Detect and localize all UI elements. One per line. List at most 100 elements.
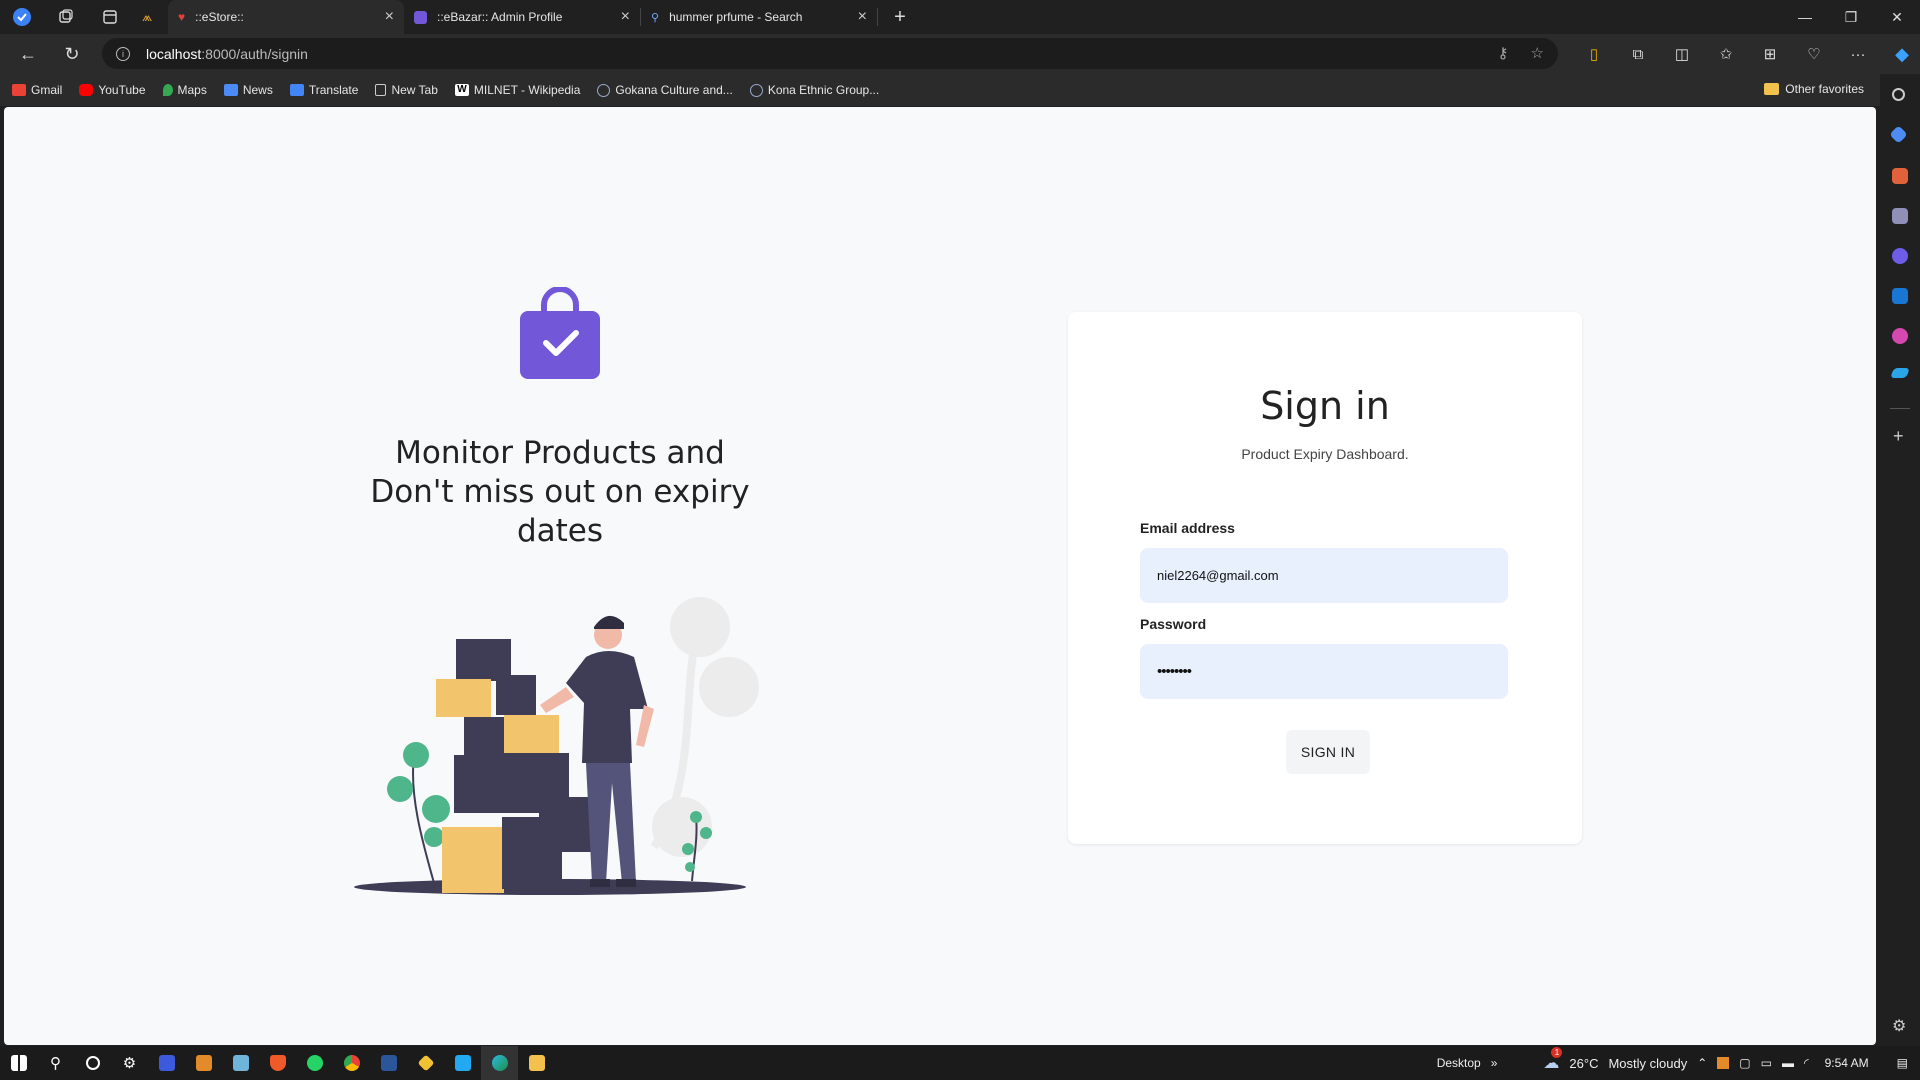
signin-button[interactable]: SIGN IN: [1286, 730, 1370, 774]
copilot-icon[interactable]: ◆: [1880, 44, 1920, 65]
tab-strip: ⩕ ♥ ::eStore:: × ::eBazar:: Admin Profil…: [0, 0, 1920, 34]
copilot-sidebar-icon[interactable]: [1892, 248, 1908, 264]
file-explorer-icon[interactable]: [518, 1055, 555, 1071]
edge-sidebar: + ⚙: [1880, 74, 1920, 1046]
browser-toolbar: ← ↻ i localhost:8000/auth/signin ⚷ ☆ ▯ ⧉…: [0, 34, 1920, 74]
folder-icon: [1764, 83, 1780, 95]
tab-ebazar-admin[interactable]: ::eBazar:: Admin Profile ×: [404, 0, 640, 34]
bookmark-news[interactable]: News: [223, 83, 273, 97]
browser-essentials-icon[interactable]: ♡: [1792, 45, 1836, 63]
weather-temp[interactable]: 26°C: [1569, 1056, 1598, 1071]
signin-title: Sign in: [1260, 384, 1390, 428]
settings-icon[interactable]: ⚙: [111, 1054, 148, 1072]
outlook-icon[interactable]: [1892, 288, 1908, 304]
bookmark-milnet[interactable]: W MILNET - Wikipedia: [454, 83, 580, 97]
games-icon[interactable]: [1892, 208, 1908, 224]
bookmark-youtube[interactable]: YouTube: [79, 83, 146, 97]
weather-icon[interactable]: ☁ 1: [1543, 1047, 1563, 1073]
bookmark-gokana[interactable]: Gokana Culture and...: [597, 83, 733, 97]
address-bar[interactable]: i localhost:8000/auth/signin ⚷ ☆: [102, 38, 1558, 69]
back-icon[interactable]: ←: [10, 36, 46, 72]
site-info-icon[interactable]: i: [116, 46, 130, 61]
projector-icon[interactable]: ▭: [1761, 1056, 1772, 1070]
whatsapp-icon[interactable]: [296, 1055, 333, 1071]
shopping-tag-icon[interactable]: [1889, 125, 1908, 144]
profile-icon[interactable]: [0, 0, 44, 34]
delivery-illustration: [354, 597, 759, 895]
task-app-icon[interactable]: [185, 1055, 222, 1071]
pinned-tab[interactable]: ⩕: [132, 0, 168, 34]
password-field[interactable]: ••••••••: [1140, 644, 1508, 699]
favorite-star-icon[interactable]: ☆: [1531, 44, 1544, 62]
notifications-icon[interactable]: ▤: [1897, 1056, 1908, 1070]
search-icon[interactable]: [1892, 88, 1905, 101]
git-icon[interactable]: [407, 1054, 444, 1072]
notepad-icon[interactable]: [222, 1055, 259, 1071]
tray-app-icon[interactable]: [1717, 1057, 1730, 1069]
sidebar-settings-icon[interactable]: ⚙: [1892, 1016, 1906, 1036]
new-tab-icon[interactable]: +: [878, 0, 922, 34]
windows-start-icon[interactable]: [0, 1055, 37, 1071]
extensions-icon[interactable]: ⧉: [1616, 46, 1660, 63]
desktop-toolbar[interactable]: Desktop: [1437, 1056, 1481, 1070]
password-label: Password: [1140, 616, 1207, 632]
hero-heading: Monitor Products and Don't miss out on e…: [370, 435, 750, 549]
system-tray: Desktop » ☁ 1 26°C Mostly cloudy ⌃ ▢ ▭ ▬ …: [1437, 1046, 1920, 1080]
more-menu-icon[interactable]: ···: [1836, 46, 1880, 63]
brave-icon[interactable]: [259, 1055, 296, 1071]
close-tab-icon[interactable]: ×: [621, 9, 630, 25]
bookmark-maps[interactable]: Maps: [162, 83, 207, 97]
minimize-icon[interactable]: —: [1782, 0, 1828, 34]
translate-icon: [289, 84, 304, 96]
chevron-up-icon[interactable]: ⌃: [1697, 1056, 1707, 1070]
bookmark-kona[interactable]: Kona Ethnic Group...: [749, 83, 879, 97]
hero-section: Monitor Products and Don't miss out on e…: [354, 286, 766, 551]
cortana-icon[interactable]: [74, 1056, 111, 1070]
signin-subtitle: Product Expiry Dashboard.: [1241, 446, 1409, 462]
tab-actions-icon[interactable]: [88, 0, 132, 34]
other-favorites[interactable]: Other favorites: [1764, 82, 1864, 96]
bookmarks-bar: Gmail YouTube Maps News Translate New Ta…: [0, 74, 1920, 106]
meet-icon[interactable]: ▢: [1739, 1056, 1750, 1070]
tools-icon[interactable]: [1892, 168, 1908, 184]
close-tab-icon[interactable]: ×: [385, 9, 394, 25]
edge-icon[interactable]: [481, 1046, 518, 1080]
clock-time[interactable]: 9:54 AM: [1825, 1056, 1869, 1070]
task-app-icon[interactable]: [148, 1055, 185, 1071]
tab-title: hummer prfume - Search: [669, 10, 803, 24]
weather-text[interactable]: Mostly cloudy: [1608, 1056, 1687, 1071]
refresh-icon[interactable]: ↻: [54, 36, 90, 72]
battery-icon[interactable]: ▬: [1782, 1056, 1794, 1070]
send-icon[interactable]: [1890, 368, 1910, 378]
restore-icon[interactable]: ❐: [1828, 0, 1874, 34]
page-content: Monitor Products and Don't miss out on e…: [4, 107, 1876, 1045]
windows-taskbar: ⚲ ⚙ Desktop » ☁ 1 26°C Mostly cloudy ⌃ ▢ …: [0, 1046, 1920, 1080]
bookmark-translate[interactable]: Translate: [289, 83, 358, 97]
favorites-icon[interactable]: ✩: [1704, 45, 1748, 63]
bookmark-gmail[interactable]: Gmail: [12, 83, 62, 97]
wallet-icon[interactable]: ▯: [1572, 45, 1616, 63]
search-icon[interactable]: ⚲: [37, 1054, 74, 1072]
globe-icon: [749, 83, 763, 97]
chevron-right-icon[interactable]: »: [1491, 1056, 1498, 1070]
address-actions: ⚷ ☆: [1498, 44, 1544, 62]
close-tab-icon[interactable]: ×: [858, 9, 867, 25]
maps-icon: [162, 84, 173, 96]
workspaces-icon[interactable]: [44, 0, 88, 34]
chrome-icon[interactable]: [333, 1055, 370, 1071]
key-icon[interactable]: ⚷: [1498, 44, 1509, 62]
collections-icon[interactable]: ⊞: [1748, 45, 1792, 63]
window-controls: — ❐ ✕: [1782, 0, 1920, 34]
add-sidebar-app-icon[interactable]: +: [1893, 426, 1904, 447]
bookmark-new-tab[interactable]: New Tab: [375, 83, 438, 97]
vscode-icon[interactable]: [444, 1055, 481, 1071]
split-screen-icon[interactable]: ◫: [1660, 45, 1704, 63]
tab-estore[interactable]: ♥ ::eStore:: ×: [168, 0, 404, 34]
ebazar-favicon-icon: [414, 10, 427, 24]
close-window-icon[interactable]: ✕: [1874, 0, 1920, 34]
wifi-icon[interactable]: ◜: [1804, 1056, 1809, 1070]
tab-search[interactable]: ⚲ hummer prfume - Search ×: [641, 0, 877, 34]
word-icon[interactable]: [370, 1055, 407, 1071]
designer-icon[interactable]: [1892, 328, 1908, 344]
email-field[interactable]: niel2264@gmail.com: [1140, 548, 1508, 603]
